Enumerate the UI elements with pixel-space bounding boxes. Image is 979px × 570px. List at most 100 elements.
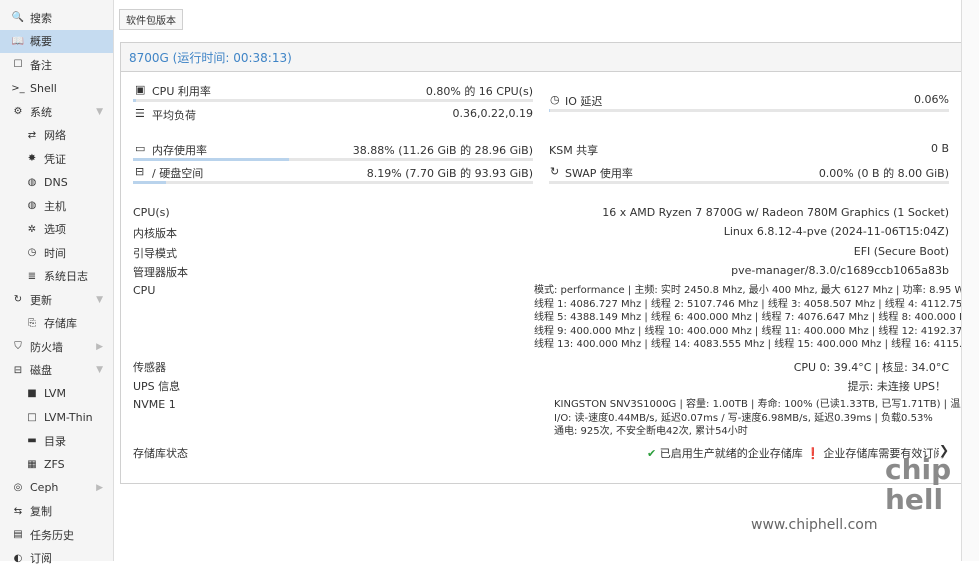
watermark-logo: chip hell: [885, 455, 975, 515]
expand-caret-icon[interactable]: ▼: [96, 295, 103, 305]
disks-icon: ⊟: [10, 365, 26, 376]
sidebar-item-replication[interactable]: ⇆ 复制: [0, 500, 113, 524]
sidebar-item-firewall[interactable]: ⛉防火墙▶: [0, 335, 113, 359]
cpu-detail-lines: 模式: performance | 主频: 实时 2450.8 Mhz, 最小 …: [534, 284, 979, 352]
time-icon: ◷: [24, 247, 40, 258]
sidebar-item-search[interactable]: 🔍搜索: [0, 6, 113, 30]
nvme-line: KINGSTON SNV3S1000G | 容量: 1.00TB | 寿命: 1…: [554, 398, 979, 412]
subscription-icon: ◐: [10, 553, 26, 564]
directory-icon: ▬: [24, 435, 40, 446]
sidebar-item-label: 复制: [30, 503, 52, 519]
ups-value: 提示: 未连接 UPS！: [521, 378, 946, 394]
sidebar-item-lvm-thin[interactable]: □LVM-Thin: [0, 406, 113, 430]
cpu-line: 模式: performance | 主频: 实时 2450.8 Mhz, 最小 …: [534, 284, 979, 298]
nvme-label: NVME 1: [133, 398, 176, 411]
sidebar-item-label: 任务历史: [30, 527, 74, 543]
ksm-value: 0 B: [761, 142, 949, 155]
check-circle-icon: ✔: [647, 447, 656, 460]
expand-caret-icon[interactable]: ▼: [96, 365, 103, 375]
sidebar-item-label: 目录: [44, 433, 66, 449]
sidebar-item-updates[interactable]: ↻更新▼: [0, 288, 113, 312]
sensors-value: CPU 0: 39.4°C | 核显: 34.0°C: [521, 359, 949, 375]
task-history-icon: ▤: [10, 529, 26, 540]
sidebar-item-lvm[interactable]: ■LVM: [0, 382, 113, 406]
sidebar-item-label: 选项: [44, 221, 66, 237]
cpu-line: 线程 9: 400.000 Mhz | 线程 10: 400.000 Mhz |…: [534, 325, 979, 339]
sidebar-item-label: 主机: [44, 198, 66, 214]
root-disk-fill: [133, 181, 166, 184]
memory-value: 38.88% (11.26 GiB 的 28.96 GiB): [311, 142, 533, 158]
refresh-icon: ↻: [550, 165, 559, 178]
swap-label: SWAP 使用率: [565, 165, 633, 181]
package-versions-button[interactable]: 软件包版本: [119, 9, 183, 30]
expand-caret-icon[interactable]: ▼: [96, 107, 103, 117]
sidebar-item-label: ZFS: [44, 458, 65, 471]
load-avg-value: 0.36,0.22,0.19: [311, 107, 533, 120]
sidebar-item-task-history[interactable]: ▤ 任务历史: [0, 523, 113, 547]
lvm-icon: ■: [24, 388, 40, 399]
sidebar-item-subscription[interactable]: ◐订阅: [0, 547, 113, 570]
sidebar-item-label: 网络: [44, 127, 66, 143]
sidebar-item-certificates[interactable]: ✸凭证: [0, 147, 113, 171]
root-disk-label: / 硬盘空间: [152, 165, 203, 181]
dns-icon: ◍: [24, 177, 40, 188]
ceph-icon: ◎: [10, 482, 26, 493]
warning-icon: ❗: [806, 447, 820, 460]
kernel-label: 内核版本: [133, 225, 177, 241]
sidebar-item-hosts[interactable]: ◍ 主机: [0, 194, 113, 218]
root-disk-bar: [133, 181, 533, 184]
ups-label: UPS 信息: [133, 378, 180, 394]
notes-icon: ☐: [10, 59, 26, 70]
repo-status-label: 存储库状态: [133, 445, 188, 461]
load-icon: ☰: [135, 107, 145, 120]
load-avg-label: 平均负荷: [152, 107, 196, 123]
search-icon: 🔍: [10, 12, 26, 23]
sidebar-item-shell[interactable]: >_Shell: [0, 77, 113, 101]
manager-label: 管理器版本: [133, 264, 188, 280]
sidebar-item-label: 系统: [30, 104, 52, 120]
sidebar-item-zfs[interactable]: ▦ZFS: [0, 453, 113, 477]
swap-bar: [549, 181, 949, 184]
replication-icon: ⇆: [10, 506, 26, 517]
sidebar-item-label: 存储库: [44, 315, 77, 331]
sidebar-item-syslog[interactable]: ≣ 系统日志: [0, 265, 113, 289]
memory-icon: ▭: [135, 142, 145, 155]
io-delay-value: 0.06%: [761, 93, 949, 106]
sidebar-item-label: 磁盘: [30, 362, 52, 378]
memory-label: 内存使用率: [152, 142, 207, 158]
cpu-usage-fill: [133, 99, 136, 102]
cpu-usage-bar: [133, 99, 533, 102]
sidebar-item-disks[interactable]: ⊟ 磁盘 ▼: [0, 359, 113, 383]
sidebar-item-notes[interactable]: ☐备注: [0, 53, 113, 77]
sidebar-item-label: Ceph: [30, 481, 58, 494]
syslog-icon: ≣: [24, 271, 40, 282]
expand-caret-icon[interactable]: ▶: [96, 483, 103, 493]
sidebar-item-label: 防火墙: [30, 339, 63, 355]
sidebar-item-system[interactable]: ⚙系统▼: [0, 100, 113, 124]
cpus-label: CPU(s): [133, 206, 170, 219]
cpu-line: 线程 1: 4086.727 Mhz | 线程 2: 5107.746 Mhz …: [534, 298, 979, 312]
sidebar-item-repositories[interactable]: ⎘ 存储库: [0, 312, 113, 336]
hosts-icon: ◍: [24, 200, 40, 211]
sidebar: 🔍搜索📖概要☐备注>_Shell⚙系统▼⇄网络✸凭证◍DNS◍主机✲选项◷时间≣…: [0, 0, 114, 561]
kernel-value: Linux 6.8.12-4-pve (2024-11-06T15:04Z): [521, 225, 949, 238]
sidebar-item-directory[interactable]: ▬ 目录: [0, 429, 113, 453]
cpu-usage-value: 0.80% 的 16 CPU(s): [311, 83, 533, 99]
sidebar-item-label: 凭证: [44, 151, 66, 167]
repositories-icon: ⎘: [24, 318, 40, 329]
nvme-line: 通电: 925次, 不安全断电42次, 累计54小时: [554, 425, 979, 439]
sidebar-item-ceph[interactable]: ◎ Ceph ▶: [0, 476, 113, 500]
sidebar-item-dns[interactable]: ◍DNS: [0, 171, 113, 195]
sidebar-item-network[interactable]: ⇄网络: [0, 124, 113, 148]
sidebar-item-summary[interactable]: 📖概要: [0, 30, 113, 54]
status-panel: 8700G (运行时间: 00:38:13) ▣ CPU 利用率 0.80% 的…: [120, 42, 962, 484]
sidebar-item-label: 系统日志: [44, 268, 88, 284]
lvm-thin-icon: □: [24, 412, 40, 423]
watermark-url: www.chiphell.com: [751, 517, 877, 533]
sidebar-item-time[interactable]: ◷时间: [0, 241, 113, 265]
sidebar-item-options[interactable]: ✲选项: [0, 218, 113, 242]
sidebar-nav: 🔍搜索📖概要☐备注>_Shell⚙系统▼⇄网络✸凭证◍DNS◍主机✲选项◷时间≣…: [0, 0, 113, 570]
io-delay-bar: [549, 109, 949, 112]
expand-caret-icon[interactable]: ▶: [96, 342, 103, 352]
sensors-label: 传感器: [133, 359, 166, 375]
